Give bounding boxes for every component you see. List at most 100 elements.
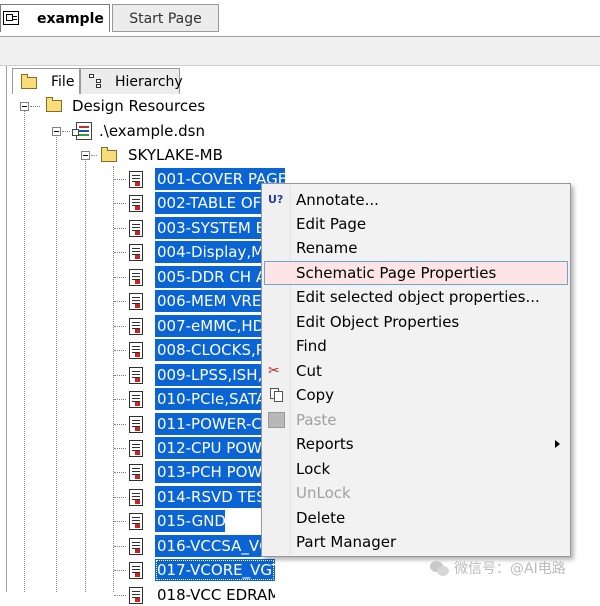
tree-line	[114, 326, 126, 327]
schematic-app-icon	[3, 11, 19, 25]
menu-item-edit-selected-object-properties[interactable]: Edit selected object properties...	[264, 285, 568, 309]
menu-item-find[interactable]: Find	[264, 334, 568, 358]
tree-item-schematic-page[interactable]: 016-VCCSA_VC	[155, 535, 275, 557]
tree-line	[114, 203, 126, 204]
tree-line	[114, 497, 126, 498]
menu-item-unlock: UnLock	[264, 481, 568, 505]
menu-item-label: Reports	[296, 435, 354, 453]
menu-item-delete[interactable]: Delete	[264, 506, 568, 530]
context-menu: U? Annotate... Edit Page Rename Schemati…	[261, 183, 571, 557]
tree-item-schematic-page[interactable]: 014-RSVD TES	[155, 486, 261, 508]
watermark-text: 微信号：@AI电路	[454, 561, 566, 577]
tree-line	[114, 252, 126, 253]
menu-item-label: Schematic Page Properties	[296, 264, 497, 282]
menu-item-label: Delete	[296, 509, 346, 527]
menu-item-rename[interactable]: Rename	[264, 236, 568, 260]
collapse-toggle-schematic-folder[interactable]	[81, 151, 90, 160]
tree-item-schematic-page[interactable]: 005-DDR CH A	[155, 266, 261, 288]
watermark: 微信号：@AI电路	[430, 556, 600, 582]
project-pane-tabs: File Hierarchy	[8, 66, 600, 94]
tree-item-schematic-page[interactable]: 008-CLOCKS,P	[155, 339, 261, 361]
schematic-page-icon	[129, 489, 143, 506]
tree-item-schematic-page[interactable]: 013-PCH POW	[155, 461, 261, 483]
menu-item-schematic-page-properties[interactable]: Schematic Page Properties	[264, 261, 568, 285]
tree-line	[114, 179, 126, 180]
tab-hierarchy-label: Hierarchy	[115, 74, 183, 90]
menu-item-label: Edit selected object properties...	[296, 288, 540, 306]
menu-item-label: Edit Page	[296, 215, 367, 233]
document-tab-bar: example Start Page	[0, 0, 600, 36]
schematic-page-icon	[129, 342, 143, 359]
tree-item-schematic-folder[interactable]: SKYLAKE-MB	[128, 144, 223, 166]
tree-line	[114, 228, 126, 229]
menu-item-lock[interactable]: Lock	[264, 457, 568, 481]
schematic-page-icon	[129, 220, 143, 237]
tab-file-label: File	[51, 74, 75, 90]
design-file-icon	[72, 122, 94, 140]
menu-item-cut[interactable]: ✂ Cut	[264, 359, 568, 383]
menu-item-label: Rename	[296, 239, 358, 257]
tree-line	[56, 132, 57, 592]
menu-item-part-manager[interactable]: Part Manager	[264, 530, 568, 554]
tree-item-design-resources[interactable]: Design Resources	[72, 95, 205, 117]
tab-file[interactable]: File	[12, 68, 80, 94]
tree-item-schematic-page[interactable]: 011-POWER-C	[155, 413, 261, 435]
schematic-page-icon	[129, 562, 143, 579]
menu-item-label: Lock	[296, 460, 331, 478]
tab-start-page[interactable]: Start Page	[112, 4, 219, 32]
tab-example[interactable]: example	[0, 4, 110, 32]
schematic-page-icon	[129, 171, 143, 188]
menu-item-label: Copy	[296, 386, 335, 404]
tree-item-schematic-page[interactable]: 004-Display,M	[155, 241, 261, 263]
folder-icon	[21, 74, 37, 89]
schematic-page-icon	[129, 318, 143, 335]
menu-item-label: UnLock	[296, 484, 351, 502]
tree-item-schematic-page[interactable]: 017-VCORE_VGT	[155, 559, 275, 581]
menu-item-annotate[interactable]: U? Annotate...	[264, 188, 568, 212]
tree-line	[114, 595, 126, 596]
tree-item-schematic-page[interactable]: 006-MEM VRE	[155, 290, 261, 312]
wechat-icon	[430, 561, 450, 577]
menu-item-edit-page[interactable]: Edit Page	[264, 212, 568, 236]
schematic-page-icon	[129, 416, 143, 433]
schematic-page-icon	[129, 391, 143, 408]
tree-item-schematic-page[interactable]: 015-GND	[155, 510, 225, 532]
paste-icon	[268, 412, 285, 428]
tree-line	[114, 448, 126, 449]
tree-item-schematic-page[interactable]: 007-eMMC,HD	[155, 315, 261, 337]
schematic-page-icon	[129, 244, 143, 261]
schematic-page-icon	[129, 293, 143, 310]
schematic-page-icon	[129, 195, 143, 212]
hierarchy-icon	[89, 74, 105, 88]
menu-item-label: Part Manager	[296, 533, 397, 551]
tree-line	[85, 158, 86, 592]
collapse-toggle-design-file[interactable]	[52, 127, 61, 136]
tree-line	[114, 350, 126, 351]
tree-line	[114, 277, 126, 278]
tree-line	[114, 424, 126, 425]
menu-item-paste: Paste	[264, 408, 568, 432]
tree-line	[114, 472, 126, 473]
tree-item-schematic-page[interactable]: 018-VCC EDRAM	[155, 584, 275, 606]
menu-item-label: Edit Object Properties	[296, 313, 460, 331]
tree-line	[24, 106, 25, 592]
tree-line	[114, 399, 126, 400]
schematic-page-icon	[129, 440, 143, 457]
menu-item-reports[interactable]: Reports	[264, 432, 568, 456]
schematic-page-icon	[129, 587, 143, 604]
toolbar-strip	[0, 36, 600, 66]
menu-item-label: Paste	[296, 411, 337, 429]
tree-item-schematic-page[interactable]: 009-LPSS,ISH,S	[155, 364, 261, 386]
tree-item-design-file[interactable]: .\example.dsn	[99, 120, 205, 142]
tree-line	[114, 521, 126, 522]
tree-item-schematic-page[interactable]: 010-PCIe,SATA	[155, 388, 261, 410]
tree-line	[62, 131, 70, 132]
menu-item-copy[interactable]: Copy	[264, 383, 568, 407]
menu-item-edit-object-properties[interactable]: Edit Object Properties	[264, 310, 568, 334]
tree-line	[114, 570, 126, 571]
tree-item-schematic-page[interactable]: 012-CPU POW	[155, 437, 261, 459]
tab-hierarchy[interactable]: Hierarchy	[80, 68, 183, 94]
collapse-toggle-design-resources[interactable]	[20, 102, 29, 111]
open-folder-icon	[101, 147, 117, 162]
submenu-arrow-icon	[555, 440, 560, 448]
